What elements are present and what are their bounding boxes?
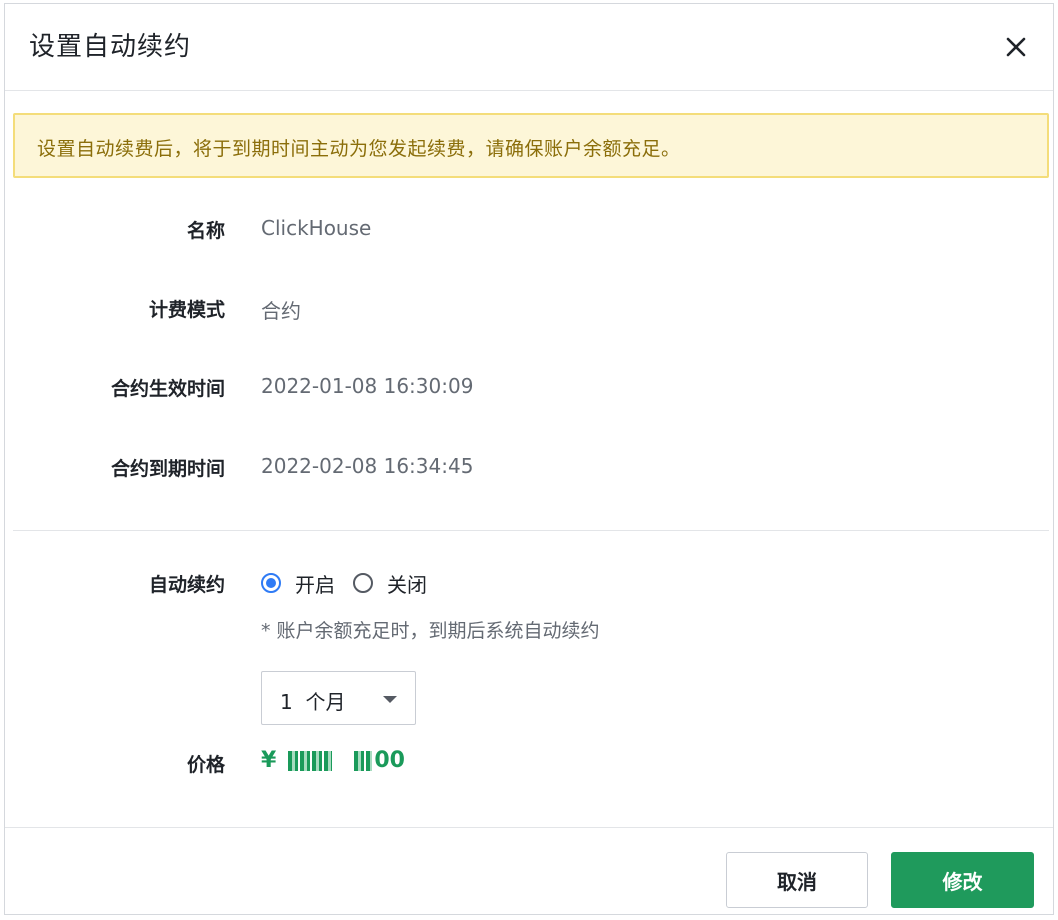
auto-renew-row: 自动续约 开启 关闭 — [5, 570, 1053, 600]
auto-renew-dialog: 设置自动续约 设置自动续费后，将于到期时间主动为您发起续费，请确保账户余额充足。… — [4, 3, 1054, 915]
billing-mode-label: 计费模式 — [148, 299, 225, 321]
radio-disable-indicator[interactable] — [353, 573, 373, 593]
name-value: ClickHouse — [261, 216, 372, 240]
price-redacted-part — [288, 750, 333, 771]
warning-notice-text: 设置自动续费后，将于到期时间主动为您发起续费，请确保账户余额充足。 — [37, 138, 681, 160]
section-divider — [13, 530, 1049, 531]
price-label: 价格 — [186, 754, 225, 776]
radio-enable-label[interactable]: 开启 — [295, 569, 335, 598]
radio-enable[interactable]: 开启 — [261, 569, 335, 598]
contract-start-label: 合约生效时间 — [110, 378, 225, 400]
dialog-title: 设置自动续约 — [29, 32, 192, 62]
price-value: ¥ 00 — [261, 748, 405, 773]
contract-end-value: 2022-02-08 16:34:45 — [261, 454, 474, 478]
price-suffix: 00 — [374, 748, 405, 773]
radio-enable-indicator[interactable] — [261, 573, 281, 593]
footer-divider — [5, 827, 1053, 828]
price-currency: ¥ — [261, 748, 277, 773]
contract-start-row: 合约生效时间 2022-01-08 16:30:09 — [5, 374, 1053, 404]
name-label: 名称 — [186, 220, 225, 242]
price-redacted-part — [354, 750, 373, 771]
renew-period-value[interactable]: 1 个月 — [280, 686, 345, 715]
contract-start-value: 2022-01-08 16:30:09 — [261, 374, 474, 398]
chevron-down-icon[interactable] — [383, 696, 397, 703]
renew-period-select[interactable]: 1 个月 — [261, 671, 416, 725]
billing-mode-value: 合约 — [261, 299, 301, 323]
auto-renew-label: 自动续约 — [148, 574, 225, 596]
contract-end-row: 合约到期时间 2022-02-08 16:34:45 — [5, 454, 1053, 484]
cancel-button[interactable]: 取消 — [726, 852, 868, 908]
price-row: 价格 ¥ 00 — [5, 748, 1053, 778]
contract-end-label: 合约到期时间 — [110, 458, 225, 480]
auto-renew-radio-group: 开启 关闭 — [261, 569, 445, 598]
modify-button[interactable]: 修改 — [891, 852, 1034, 908]
radio-disable[interactable]: 关闭 — [353, 569, 427, 598]
dialog-header: 设置自动续约 — [5, 4, 1053, 91]
billing-mode-row: 计费模式 合约 — [5, 295, 1053, 325]
warning-notice: 设置自动续费后，将于到期时间主动为您发起续费，请确保账户余额充足。 — [13, 113, 1049, 178]
auto-renew-hint: * 账户余额充足时，到期后系统自动续约 — [261, 620, 600, 642]
close-icon[interactable] — [1003, 34, 1029, 60]
name-row: 名称 ClickHouse — [5, 216, 1053, 246]
radio-disable-label[interactable]: 关闭 — [387, 569, 427, 598]
